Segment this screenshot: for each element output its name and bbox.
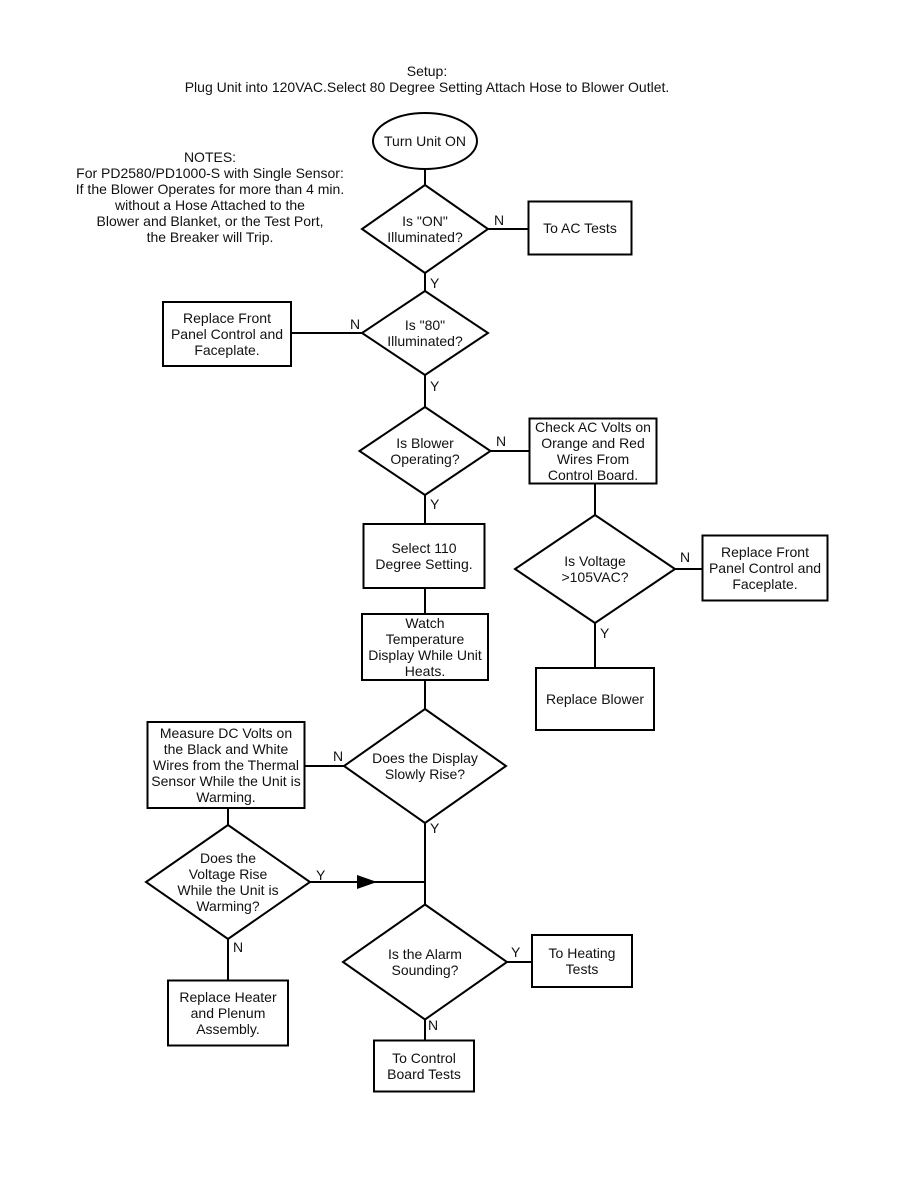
node-replace-heater: Replace Heaterand PlenumAssembly.: [167, 979, 289, 1047]
no-label: N: [233, 939, 243, 955]
node-label: Display While Unit: [368, 647, 482, 663]
no-label: N: [428, 1017, 438, 1033]
node-label: While the Unit is: [177, 882, 278, 898]
notes-block: NOTES:For PD2580/PD1000-S with Single Se…: [76, 149, 344, 245]
notes-line: the Breaker will Trip.: [147, 229, 274, 245]
yes-label: Y: [316, 867, 326, 883]
node-label: Turn Unit ON: [384, 133, 466, 149]
node-label: Operating?: [390, 451, 459, 467]
yes-label: Y: [511, 944, 521, 960]
node-label: Replace Front: [183, 310, 271, 326]
node-label: Assembly.: [196, 1021, 260, 1037]
node-label: the Black and White: [164, 741, 289, 757]
node-label: Control Board.: [548, 467, 638, 483]
node-label: Faceplate.: [732, 576, 797, 592]
node-blower-operating: Is BlowerOperating?: [357, 405, 493, 497]
node-label: Sounding?: [392, 962, 459, 978]
node-voltage-105: Is Voltage>105VAC?: [513, 513, 677, 625]
node-label: Replace Front: [721, 544, 809, 560]
notes-line: Blower and Blanket, or the Test Port,: [97, 213, 324, 229]
no-label: N: [496, 433, 506, 449]
setup-heading: Setup:: [407, 63, 447, 79]
node-label: To AC Tests: [543, 220, 617, 236]
node-label: Check AC Volts on: [535, 419, 651, 435]
node-check-ac-volts: Check AC Volts onOrange and RedWires Fro…: [528, 417, 658, 485]
node-label: Orange and Red: [541, 435, 645, 451]
node-eighty-illuminated: Is "80"Illuminated?: [360, 289, 490, 377]
node-label: Panel Control and: [709, 560, 821, 576]
node-label: To Control: [392, 1050, 456, 1066]
notes-line: NOTES:: [184, 149, 236, 165]
node-label: Panel Control and: [171, 326, 283, 342]
node-label: Replace Blower: [546, 691, 644, 707]
node-label: Illuminated?: [387, 229, 463, 245]
node-replace-front-panel-2: Replace FrontPanel Control andFaceplate.: [701, 534, 829, 602]
node-label: >105VAC?: [561, 569, 628, 585]
notes-line: without a Hose Attached to the: [114, 197, 305, 213]
node-start: Turn Unit ON: [372, 112, 478, 170]
node-measure-dc: Measure DC Volts onthe Black and WhiteWi…: [146, 721, 306, 809]
node-label: Tests: [566, 961, 599, 977]
no-label: N: [350, 316, 360, 332]
node-label: and Plenum: [191, 1005, 266, 1021]
no-label: N: [333, 748, 343, 764]
node-label: Watch: [405, 615, 444, 631]
node-select-110: Select 110Degree Setting.: [362, 523, 486, 589]
yes-label: Y: [430, 496, 440, 512]
node-label: Measure DC Volts on: [160, 725, 292, 741]
node-label: Sensor While the Unit is: [151, 773, 300, 789]
node-label: Slowly Rise?: [385, 766, 465, 782]
node-label: Wires From: [557, 451, 629, 467]
node-alarm-sounding: Is the AlarmSounding?: [341, 903, 509, 1021]
node-voltage-rise: Does theVoltage RiseWhile the Unit isWar…: [144, 823, 312, 941]
yes-label: Y: [430, 820, 440, 836]
troubleshooting-flowchart: Setup: Plug Unit into 120VAC.Select 80 D…: [76, 63, 829, 1093]
node-replace-front-panel-1: Replace FrontPanel Control andFaceplate.: [162, 301, 292, 367]
node-heating-tests: To HeatingTests: [531, 934, 633, 988]
node-label: Board Tests: [387, 1066, 461, 1082]
notes-line: If the Blower Operates for more than 4 m…: [76, 181, 344, 197]
node-watch-temp: WatchTemperatureDisplay While UnitHeats.: [361, 613, 489, 681]
node-label: Temperature: [386, 631, 465, 647]
node-label: Select 110: [391, 540, 456, 556]
node-on-illuminated: Is "ON"Illuminated?: [360, 183, 490, 275]
node-display-rise: Does the DisplaySlowly Rise?: [342, 707, 508, 825]
node-replace-blower: Replace Blower: [535, 667, 655, 731]
node-label: Does the Display: [372, 750, 478, 766]
node-label: Wires from the Thermal: [153, 757, 299, 773]
arrowhead-icon: [357, 875, 377, 889]
node-label: Is the Alarm: [388, 946, 462, 962]
flowchart-nodes: Turn Unit ONIs "ON"Illuminated?To AC Tes…: [144, 112, 829, 1093]
node-label: Is Voltage: [564, 553, 626, 569]
node-label: Replace Heater: [179, 989, 277, 1005]
yes-label: Y: [600, 625, 610, 641]
node-label: Warming.: [196, 789, 255, 805]
node-label: Voltage Rise: [189, 866, 268, 882]
node-label: Degree Setting.: [375, 556, 472, 572]
node-label: Does the: [200, 850, 256, 866]
no-label: N: [494, 212, 504, 228]
node-label: Faceplate.: [194, 342, 259, 358]
node-label: Is "80": [405, 317, 445, 333]
yes-label: Y: [430, 275, 440, 291]
node-control-board-tests: To ControlBoard Tests: [373, 1039, 475, 1093]
node-ac-tests: To AC Tests: [527, 200, 633, 256]
node-label: Illuminated?: [387, 333, 463, 349]
notes-line: For PD2580/PD1000-S with Single Sensor:: [76, 165, 344, 181]
node-label: Is "ON": [402, 213, 448, 229]
no-label: N: [680, 549, 690, 565]
yes-label: Y: [430, 378, 440, 394]
setup-text: Plug Unit into 120VAC.Select 80 Degree S…: [185, 79, 670, 95]
node-label: Is Blower: [396, 435, 454, 451]
connectors: [227, 169, 703, 1041]
node-label: Warming?: [196, 898, 259, 914]
node-label: To Heating: [549, 945, 616, 961]
node-label: Heats.: [405, 663, 445, 679]
